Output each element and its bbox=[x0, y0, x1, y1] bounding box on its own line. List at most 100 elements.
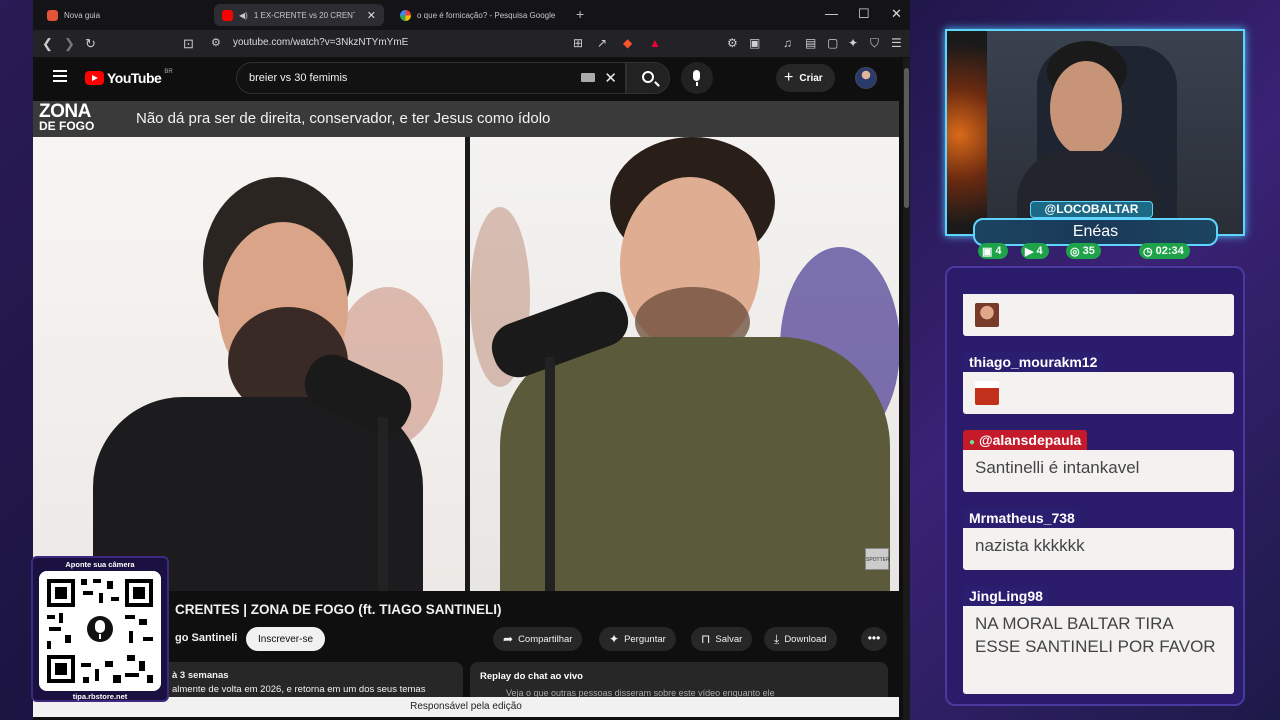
share-button[interactable]: ➦ Compartilhar bbox=[493, 627, 583, 651]
channel-name[interactable]: go Santineli bbox=[175, 632, 237, 644]
qr-url: tipa.rbstore.net bbox=[72, 692, 128, 701]
save-button[interactable]: ⊓ Salvar bbox=[691, 627, 753, 651]
brave-icon bbox=[47, 9, 58, 21]
action-label: Perguntar bbox=[624, 633, 666, 645]
site-settings-icon[interactable]: ⚙ bbox=[211, 36, 221, 49]
youtube-favicon-icon bbox=[222, 9, 233, 21]
brave-shields-icon[interactable]: ◆ bbox=[623, 36, 632, 50]
chat-message bbox=[963, 372, 1234, 414]
audio-icon: ◀) bbox=[239, 10, 248, 20]
stat-viewers: ◎ 35 bbox=[1066, 243, 1101, 259]
brave-rewards-icon[interactable]: ▲ bbox=[649, 36, 661, 50]
media-icon[interactable]: ♫ bbox=[783, 36, 792, 50]
ask-button[interactable]: ✦ Perguntar bbox=[599, 627, 676, 651]
google-favicon-icon bbox=[400, 9, 411, 21]
streamer-handle: @LOCOBALTAR bbox=[1030, 201, 1153, 218]
url-field[interactable]: youtube.com/watch?v=3NkzNTYmYmE bbox=[233, 37, 408, 48]
chat-replay-title: Replay do chat ao vivo bbox=[480, 671, 583, 682]
qr-code-image bbox=[39, 571, 161, 691]
extensions-icon[interactable]: ⚙ bbox=[727, 36, 738, 50]
figure-emote-icon bbox=[975, 381, 999, 405]
share-icon: ➦ bbox=[503, 632, 514, 646]
chat-message: NA MORAL BALTAR TIRA ESSE SANTINELI POR … bbox=[963, 606, 1234, 694]
chat-icon: ▣ bbox=[982, 245, 993, 258]
cast-icon[interactable]: ⊞ bbox=[573, 36, 583, 50]
tab-youtube[interactable]: ◀) 1 EX-CRENTE vs 20 CRENTES | ZON ✕ bbox=[214, 4, 384, 26]
chat-message bbox=[963, 294, 1234, 336]
screenshot-icon[interactable]: ▣ bbox=[749, 36, 760, 50]
reload-icon[interactable]: ↻ bbox=[85, 36, 96, 52]
tab-google[interactable]: o que é fornicação? - Pesquisa Google bbox=[392, 4, 572, 26]
download-button[interactable]: ⤓ Download bbox=[764, 627, 837, 651]
sparkle-icon: ✦ bbox=[609, 632, 620, 646]
stat-value: 02:34 bbox=[1155, 245, 1184, 257]
qr-code bbox=[39, 571, 161, 691]
chat-username-highlight: ● @alansdepaula bbox=[963, 430, 1088, 450]
video-player[interactable]: ZONA DE FOGO Não dá pra ser de direita, … bbox=[33, 101, 899, 591]
sidebar-icon[interactable]: ▤ bbox=[805, 36, 816, 50]
stream-chat-panel: thiago_mourakm12 ● @alansdepaula Santine… bbox=[945, 266, 1245, 706]
country-code: BR bbox=[164, 69, 173, 75]
chat-message: Santinelli é intankavel bbox=[963, 450, 1234, 492]
chat-replay-box[interactable]: Replay do chat ao vivo Veja o que outras… bbox=[470, 662, 888, 702]
clear-search-icon[interactable]: ✕ bbox=[604, 69, 617, 87]
tab-label: Nova guia bbox=[64, 10, 101, 20]
viewers-icon: ◎ bbox=[1070, 245, 1080, 258]
search-button[interactable] bbox=[626, 62, 670, 94]
action-label: Compartilhar bbox=[518, 633, 573, 645]
tab-new[interactable]: Nova guia bbox=[39, 4, 209, 26]
description-text: almente de volta em 2026, e retorna em u… bbox=[172, 684, 426, 695]
logo-bottom: DE FOGO bbox=[39, 119, 95, 133]
more-actions-button[interactable]: ••• bbox=[861, 627, 887, 651]
page-scrollbar[interactable] bbox=[903, 58, 910, 720]
video-banner: ZONA DE FOGO Não dá pra ser de direita, … bbox=[33, 101, 899, 137]
close-tab-icon[interactable]: ✕ bbox=[367, 9, 376, 22]
wallet-icon[interactable]: ▢ bbox=[827, 36, 838, 50]
search-input[interactable]: breier vs 30 femimis ✕ bbox=[236, 62, 626, 94]
scrollbar-thumb[interactable] bbox=[904, 68, 909, 208]
maximize-button[interactable]: ☐ bbox=[858, 6, 870, 22]
mic-stand bbox=[378, 417, 388, 591]
tab-label: o que é fornicação? - Pesquisa Google bbox=[417, 10, 556, 20]
video-watermark: SPOTTER bbox=[865, 548, 890, 570]
tab-bar: Nova guia ◀) 1 EX-CRENTE vs 20 CRENTES |… bbox=[33, 0, 910, 30]
search-query: breier vs 30 femimis bbox=[249, 72, 348, 84]
share-icon[interactable]: ↗ bbox=[597, 36, 607, 50]
stat-value: 35 bbox=[1082, 245, 1095, 257]
streamer-nameplate: @LOCOBALTAR Enéas ▣ 4 ▶ 4 ◎ 35 ◷ 02:34 bbox=[973, 201, 1218, 259]
keyboard-icon[interactable] bbox=[581, 73, 595, 82]
account-avatar[interactable] bbox=[855, 67, 877, 89]
youtube-logo[interactable]: YouTube BR bbox=[85, 69, 173, 86]
search-icon bbox=[642, 71, 654, 83]
banner-caption: Não dá pra ser de direita, conservador, … bbox=[136, 110, 551, 127]
video-frame-left bbox=[33, 137, 465, 591]
new-tab-button[interactable]: + bbox=[576, 6, 584, 22]
chat-username: thiago_mourakm12 bbox=[963, 352, 1104, 372]
bookmark-icon[interactable]: ⊡ bbox=[183, 36, 194, 52]
voice-search-button[interactable] bbox=[681, 62, 713, 94]
action-label: Download bbox=[784, 633, 827, 645]
qr-caption: Aponte sua câmera bbox=[65, 560, 135, 569]
minimize-button[interactable]: — bbox=[825, 6, 838, 21]
address-bar-row: ❮ ❯ ↻ ⊡ ⚙ youtube.com/watch?v=3NkzNTYmYm… bbox=[33, 30, 910, 58]
tab-label: 1 EX-CRENTE vs 20 CRENTES | ZON bbox=[253, 10, 355, 20]
description-box[interactable]: à 3 semanas almente de volta em 2026, e … bbox=[138, 662, 463, 702]
menu-icon[interactable]: ☰ bbox=[891, 36, 902, 50]
forward-icon[interactable]: ❯ bbox=[64, 36, 75, 52]
back-icon[interactable]: ❮ bbox=[42, 36, 53, 52]
subscribe-button[interactable]: Inscrever-se bbox=[246, 627, 326, 651]
upload-age: à 3 semanas bbox=[172, 670, 229, 681]
stat-value: 4 bbox=[1036, 245, 1043, 257]
video-frame-right bbox=[470, 137, 899, 591]
action-label: Salvar bbox=[715, 633, 743, 645]
leo-ai-icon[interactable]: ✦ bbox=[848, 36, 858, 50]
create-button[interactable]: + Criar bbox=[776, 64, 835, 92]
vpn-icon[interactable]: ⛉ bbox=[870, 36, 879, 51]
close-window-button[interactable]: ✕ bbox=[891, 6, 902, 22]
member-badge-icon: ● bbox=[969, 437, 976, 448]
hamburger-menu-icon[interactable] bbox=[53, 70, 67, 82]
face-emote-icon bbox=[975, 303, 999, 327]
face bbox=[1050, 61, 1122, 156]
stat-youtube: ▶ 4 bbox=[1021, 243, 1049, 259]
zona-de-fogo-logo: ZONA DE FOGO bbox=[39, 102, 123, 135]
